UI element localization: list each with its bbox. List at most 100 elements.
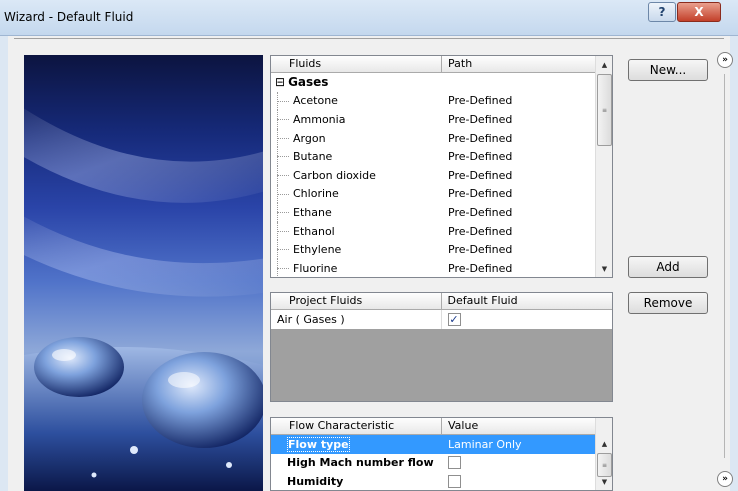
table-row[interactable]: Fluorine Pre-Defined <box>271 258 612 277</box>
double-chevron-right-icon: » <box>722 474 728 484</box>
table-row[interactable]: Butane Pre-Defined <box>271 147 612 166</box>
tree-connector <box>277 230 289 232</box>
fluid-name: Acetone <box>293 94 338 108</box>
high-mach-label: High Mach number flow <box>287 456 434 470</box>
inner-frame-top <box>14 38 724 39</box>
side-divider <box>724 74 725 458</box>
wizard-image <box>24 55 263 491</box>
fluid-name-cell: Chlorine <box>271 184 442 204</box>
group-label: Gases <box>288 75 329 90</box>
project-fluid-row[interactable]: Air ( Gases ) ✓ <box>271 310 612 329</box>
collapse-icon[interactable]: ⊟ <box>275 75 285 89</box>
project-fluids-header: Project Fluids Default Fluid <box>271 293 612 310</box>
table-row[interactable]: Acetone Pre-Defined <box>271 91 612 111</box>
title-bar: Wizard - Default Fluid ? X <box>0 0 738 36</box>
high-mach-checkbox[interactable] <box>448 456 461 470</box>
help-button[interactable]: ? <box>648 2 676 22</box>
project-fluids-table[interactable]: Project Fluids Default Fluid Air ( Gases… <box>270 292 613 402</box>
fluid-name-cell: Ethane <box>271 203 442 222</box>
fluid-path: Pre-Defined <box>448 150 513 164</box>
fluid-path: Pre-Defined <box>448 205 513 219</box>
flow-table-header: Flow Characteristic Value <box>271 418 612 435</box>
fluid-name-cell: Carbon dioxide <box>271 165 442 185</box>
flow-characteristic-table[interactable]: Flow Characteristic Value Flow type Lami… <box>270 417 613 491</box>
fluid-name-cell: Fluorine <box>271 258 442 277</box>
tree-connector <box>277 156 289 158</box>
path-column-header[interactable]: Path <box>442 56 597 72</box>
table-row[interactable]: Chlorine Pre-Defined <box>271 184 612 204</box>
fluid-name-cell: Ethanol <box>271 221 442 241</box>
scroll-up-icon[interactable]: ▲ <box>596 56 612 73</box>
fluid-name: Carbon dioxide <box>293 168 376 182</box>
tree-connector <box>277 267 289 269</box>
scroll-down-icon[interactable]: ▼ <box>596 473 612 490</box>
fluid-name-cell: Ethylene <box>271 240 442 259</box>
flow-table-scrollbar[interactable]: ▲ ≡ ▼ <box>595 418 612 490</box>
fluid-name: Argon <box>293 131 326 145</box>
table-row[interactable]: Ethane Pre-Defined <box>271 203 612 222</box>
tree-connector <box>277 249 289 251</box>
fluid-name: Ethanol <box>293 224 335 238</box>
humidity-row[interactable]: Humidity <box>271 472 612 490</box>
fluids-column-header[interactable]: Fluids <box>271 56 442 72</box>
expand-top-button[interactable]: » <box>717 52 733 68</box>
fluid-name: Butane <box>293 150 333 164</box>
project-fluid-name: Air ( Gases ) <box>277 312 345 326</box>
fluids-table[interactable]: Fluids Path ⊟ Gases Acetone Pre-Defined Am… <box>270 55 613 278</box>
fluid-path: Pre-Defined <box>448 112 513 126</box>
value-column-header[interactable]: Value <box>442 418 597 434</box>
water-droplets-image <box>24 108 263 491</box>
add-button[interactable]: Add <box>628 256 708 278</box>
tree-connector <box>277 137 289 139</box>
checkmark-icon: ✓ <box>449 312 459 326</box>
fluid-path: Pre-Defined <box>448 168 513 182</box>
fluids-scrollbar[interactable]: ▲ ≡ ▼ <box>595 56 612 277</box>
remove-button[interactable]: Remove <box>628 292 708 314</box>
flow-type-value[interactable]: Laminar Only <box>448 438 522 451</box>
fluid-name-cell: Ammonia <box>271 110 442 129</box>
tree-connector <box>277 193 289 195</box>
default-fluid-checkbox[interactable]: ✓ <box>447 312 461 326</box>
table-row[interactable]: Ethylene Pre-Defined <box>271 240 612 259</box>
table-row[interactable]: Argon Pre-Defined <box>271 128 612 148</box>
table-row[interactable]: Ammonia Pre-Defined <box>271 110 612 129</box>
table-row[interactable]: Carbon dioxide Pre-Defined <box>271 165 612 185</box>
new-button[interactable]: New... <box>628 59 708 81</box>
fluid-name: Ethylene <box>293 243 342 257</box>
close-button[interactable]: X <box>677 2 721 22</box>
project-fluids-column-header[interactable]: Project Fluids <box>271 293 442 309</box>
default-fluid-column-header[interactable]: Default Fluid <box>442 293 612 309</box>
window-title: Wizard - Default Fluid <box>4 10 134 24</box>
fluid-name: Chlorine <box>293 187 339 201</box>
fluid-path: Pre-Defined <box>448 94 513 108</box>
humidity-label: Humidity <box>287 474 344 488</box>
fluid-path: Pre-Defined <box>448 187 513 201</box>
tree-group-gases[interactable]: ⊟ Gases <box>271 73 612 92</box>
expand-bottom-button[interactable]: » <box>717 471 733 487</box>
flow-type-label: Flow type <box>287 436 350 452</box>
tree-connector <box>277 119 289 121</box>
high-mach-row[interactable]: High Mach number flow <box>271 454 612 473</box>
tree-connector <box>277 100 289 102</box>
fluids-table-header: Fluids Path <box>271 56 612 73</box>
double-chevron-right-icon: » <box>722 55 728 65</box>
tree-connector <box>277 174 289 176</box>
humidity-checkbox[interactable] <box>448 474 461 488</box>
fluid-path: Pre-Defined <box>448 243 513 257</box>
fluid-name-cell: Argon <box>271 128 442 148</box>
flow-characteristic-column-header[interactable]: Flow Characteristic <box>271 418 442 434</box>
fluid-path: Pre-Defined <box>448 224 513 238</box>
scroll-down-icon[interactable]: ▼ <box>596 260 612 277</box>
fluid-name: Fluorine <box>293 261 338 275</box>
fluid-path: Pre-Defined <box>448 261 513 275</box>
fluid-path: Pre-Defined <box>448 131 513 145</box>
fluid-name-cell: Butane <box>271 147 442 166</box>
flow-type-row[interactable]: Flow type Laminar Only <box>271 435 612 454</box>
fluid-name: Ethane <box>293 205 332 219</box>
fluid-name-cell: Acetone <box>271 91 442 111</box>
scroll-thumb[interactable]: ≡ <box>597 74 612 146</box>
table-row[interactable]: Ethanol Pre-Defined <box>271 221 612 241</box>
scroll-up-icon[interactable]: ▲ <box>596 435 612 452</box>
tree-connector <box>277 212 289 214</box>
fluid-name: Ammonia <box>293 112 346 126</box>
